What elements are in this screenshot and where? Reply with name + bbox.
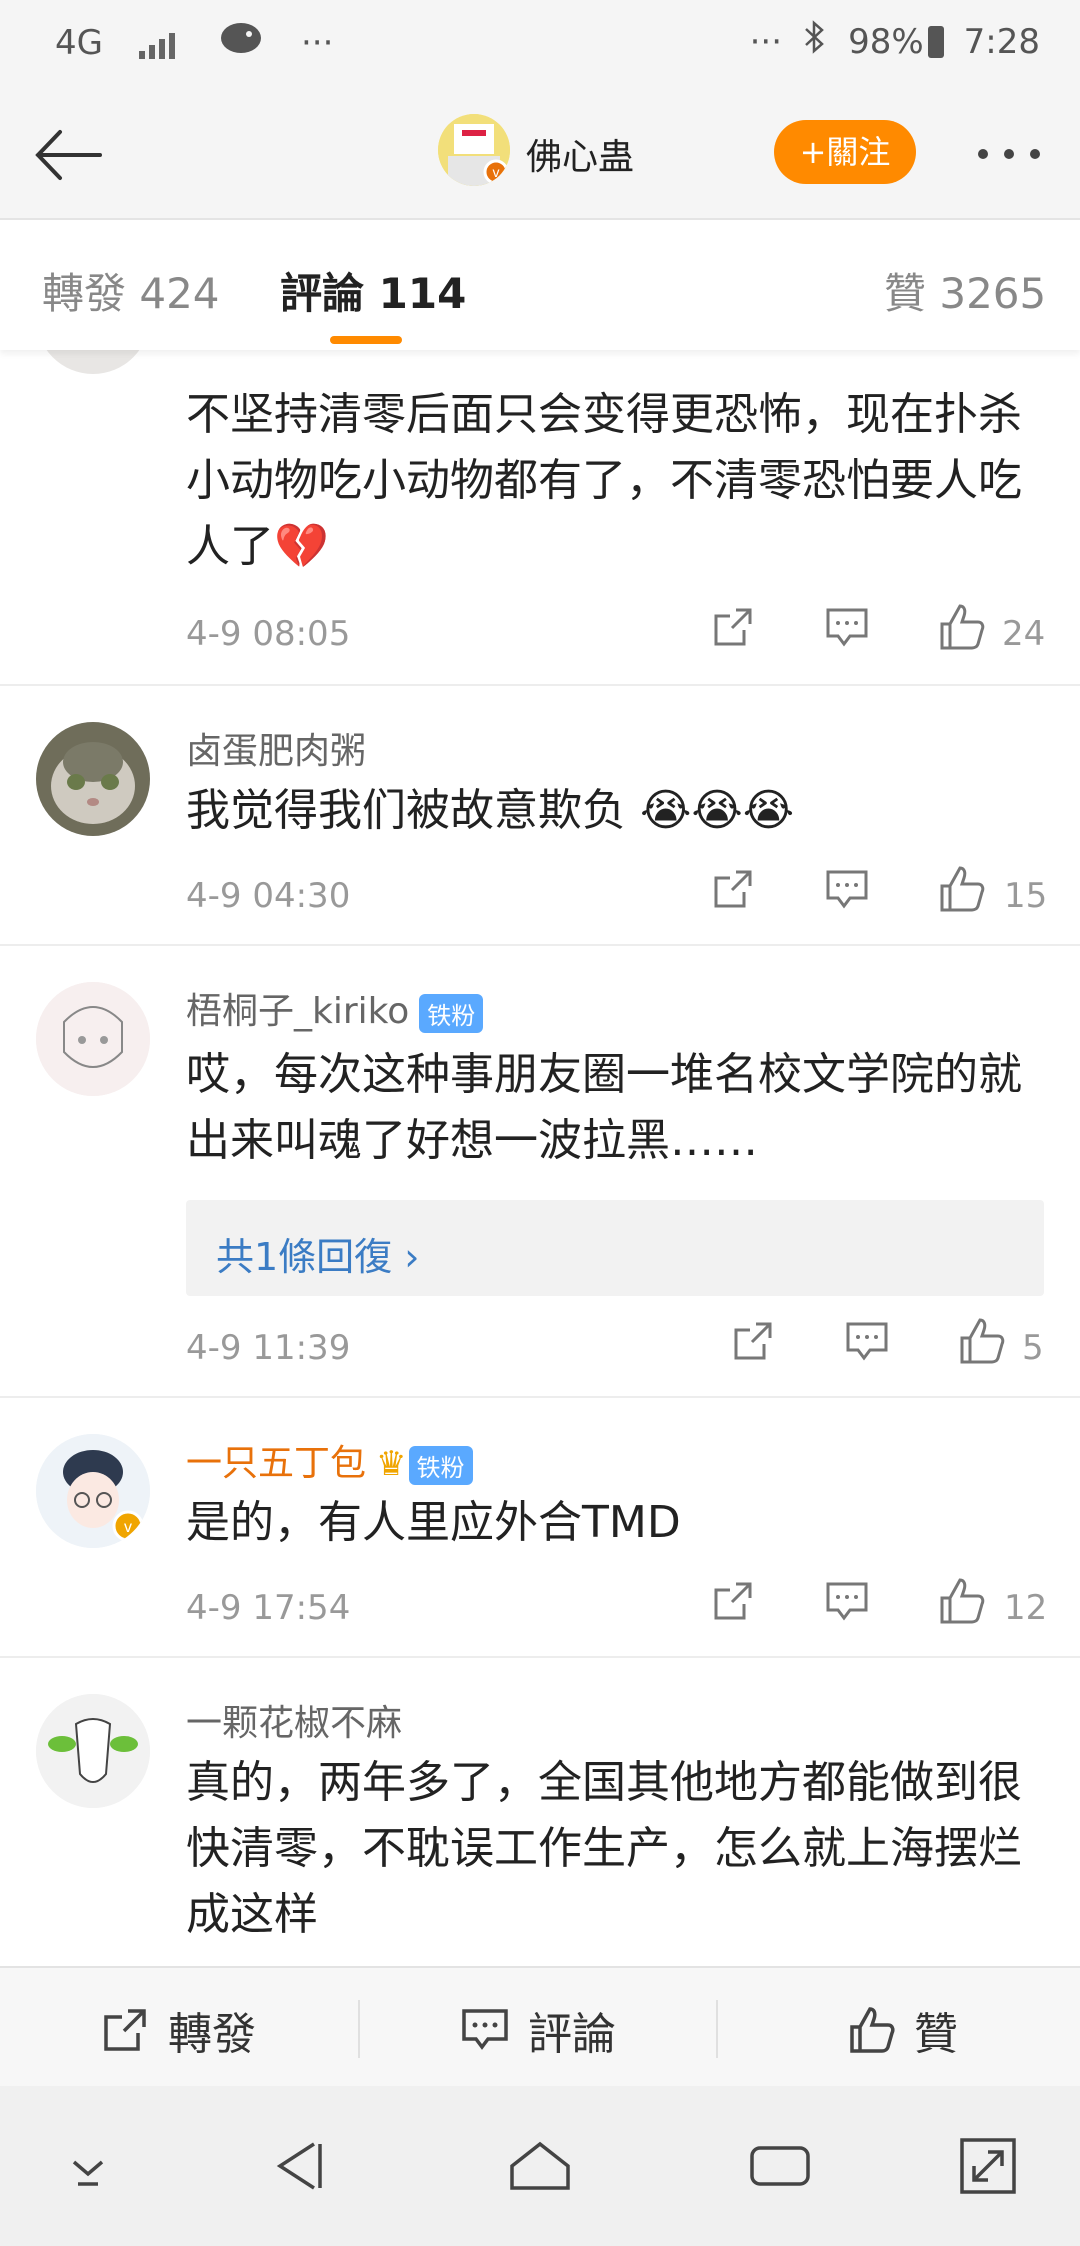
battery-icon [927,25,944,58]
like-icon[interactable] [936,864,986,914]
comment-label: 評論 [528,2009,616,2060]
comment-time: 4-9 17:54 [186,1588,351,1628]
comment-button[interactable]: 評論 [460,1998,616,2062]
battery-level: 98% [848,21,924,62]
reply-icon[interactable] [844,1318,890,1368]
reply-icon[interactable] [824,1578,870,1628]
repost-icon [104,2009,146,2051]
status-bar: 4G ··· ··· 98% 7:28 [0,0,1080,92]
comment-author[interactable]: 梧桐子_kiriko 铁粉 [186,982,484,1034]
user-name[interactable]: 佛心蛊 [526,128,634,180]
crown-icon: ♛ [376,1444,407,1484]
like-icon[interactable] [936,1576,986,1626]
tab-reposts[interactable]: 轉發 424 [42,260,220,321]
share-icon[interactable] [710,604,756,654]
comment-text: 哎，每次这种事朋友圈一堆名校文学院的就出来叫魂了好想一波拉黑…… [186,1049,1022,1166]
comment-author[interactable]: 一只五丁包 ♛ 铁粉 [186,1434,473,1486]
divider [716,2000,718,2058]
status-more-left: ··· [300,22,334,63]
comment-author[interactable]: 卤蛋肥肉粥 [186,722,366,774]
comment-text: 我觉得我们被故意欺负 😭😭😭 [186,785,795,836]
hide-keyboard-icon[interactable] [48,2126,128,2206]
like-icon[interactable] [936,602,986,652]
fan-badge: 铁粉 [408,1445,473,1485]
like-button[interactable]: 贊 [846,1998,958,2062]
reply-summary[interactable]: 共1條回復 › [186,1200,1044,1296]
status-more-right: ··· [749,21,783,62]
comment-time: 4-9 11:39 [186,1328,351,1368]
share-icon[interactable] [730,1318,776,1368]
back-arrow-icon[interactable] [28,120,108,190]
network-indicator: 4G [55,22,103,63]
comment-item: 梧桐子_kiriko 铁粉 哎，每次这种事朋友圈一堆名校文学院的就出来叫魂了好想一… [0,946,1080,1398]
comment-avatar[interactable] [36,982,150,1096]
comment-text: 真的，两年多了，全国其他地方都能做到很快清零，不耽误工作生产，怎么就上海摆烂成这… [186,1757,1022,1940]
repost-label: 轉發 [168,2009,256,2060]
like-count: 24 [1002,614,1046,654]
comment-item: 不坚持清零后面只会变得更恐怖，现在扑杀小动物吃小动物都有了，不清零恐怕要人吃人了… [0,260,1080,686]
fan-badge: 铁粉 [419,993,484,1033]
svg-text:v: v [124,1519,132,1536]
comment-item: 卤蛋肥肉粥 我觉得我们被故意欺负 😭😭😭 4-9 04:30 15 [0,686,1080,946]
user-avatar[interactable]: v [438,114,510,186]
rotate-screen-icon[interactable] [948,2126,1028,2206]
comment-text: 是的，有人里应外合TMD [186,1497,681,1548]
divider [358,2000,360,2058]
comment-author[interactable]: 一颗花椒不麻 [186,1694,402,1746]
top-nav-bar: v 佛心蛊 +關注 [0,92,1080,220]
follow-button[interactable]: +關注 [774,120,916,184]
comment-time: 4-9 08:05 [186,614,351,654]
like-count: 5 [1022,1328,1044,1368]
comment-text: 不坚持清零后面只会变得更恐怖，现在扑杀小动物吃小动物都有了，不清零恐怕要人吃人了… [186,389,1022,572]
comment-item: v 一只五丁包 ♛ 铁粉 是的，有人里应外合TMD 4-9 17:54 12 [0,1398,1080,1658]
tab-comments[interactable]: 評論 114 [280,260,466,321]
bottom-action-bar: 轉發 評論 贊 [0,1966,1080,2088]
bluetooth-icon [802,20,828,63]
tab-bar: 轉發 424 評論 114 贊 3265 [0,220,1080,350]
notification-icon [219,20,265,65]
more-options-icon[interactable] [978,144,1058,160]
share-icon[interactable] [710,1578,756,1628]
comment-time: 4-9 04:30 [186,876,351,916]
reply-icon[interactable] [824,604,870,654]
comment-avatar[interactable] [36,722,150,836]
comment-item: 一颗花椒不麻 真的，两年多了，全国其他地方都能做到很快清零，不耽误工作生产，怎么… [0,1658,1080,1966]
system-nav-bar [0,2086,1080,2246]
tab-likes[interactable]: 贊 3265 [884,260,1046,321]
comment-avatar[interactable] [36,1694,150,1808]
reply-count-link[interactable]: 共1條回復 › [216,1226,419,1281]
active-tab-indicator [330,336,402,344]
svg-text:v: v [493,164,500,180]
reply-icon[interactable] [824,866,870,916]
repost-button[interactable]: 轉發 [100,1998,256,2062]
comment-avatar[interactable]: v [36,1434,150,1548]
share-icon[interactable] [710,866,756,916]
like-icon [850,2007,895,2053]
clock: 7:28 [963,21,1040,62]
nav-home-icon[interactable] [500,2126,580,2206]
nav-back-icon[interactable] [262,2126,342,2206]
like-icon[interactable] [956,1316,1006,1366]
like-count: 15 [1004,876,1048,916]
nav-recents-icon[interactable] [740,2126,820,2206]
like-label: 贊 [914,2009,958,2060]
like-count: 12 [1004,1588,1048,1628]
comment-icon [462,2009,508,2050]
signal-icon [138,27,183,59]
